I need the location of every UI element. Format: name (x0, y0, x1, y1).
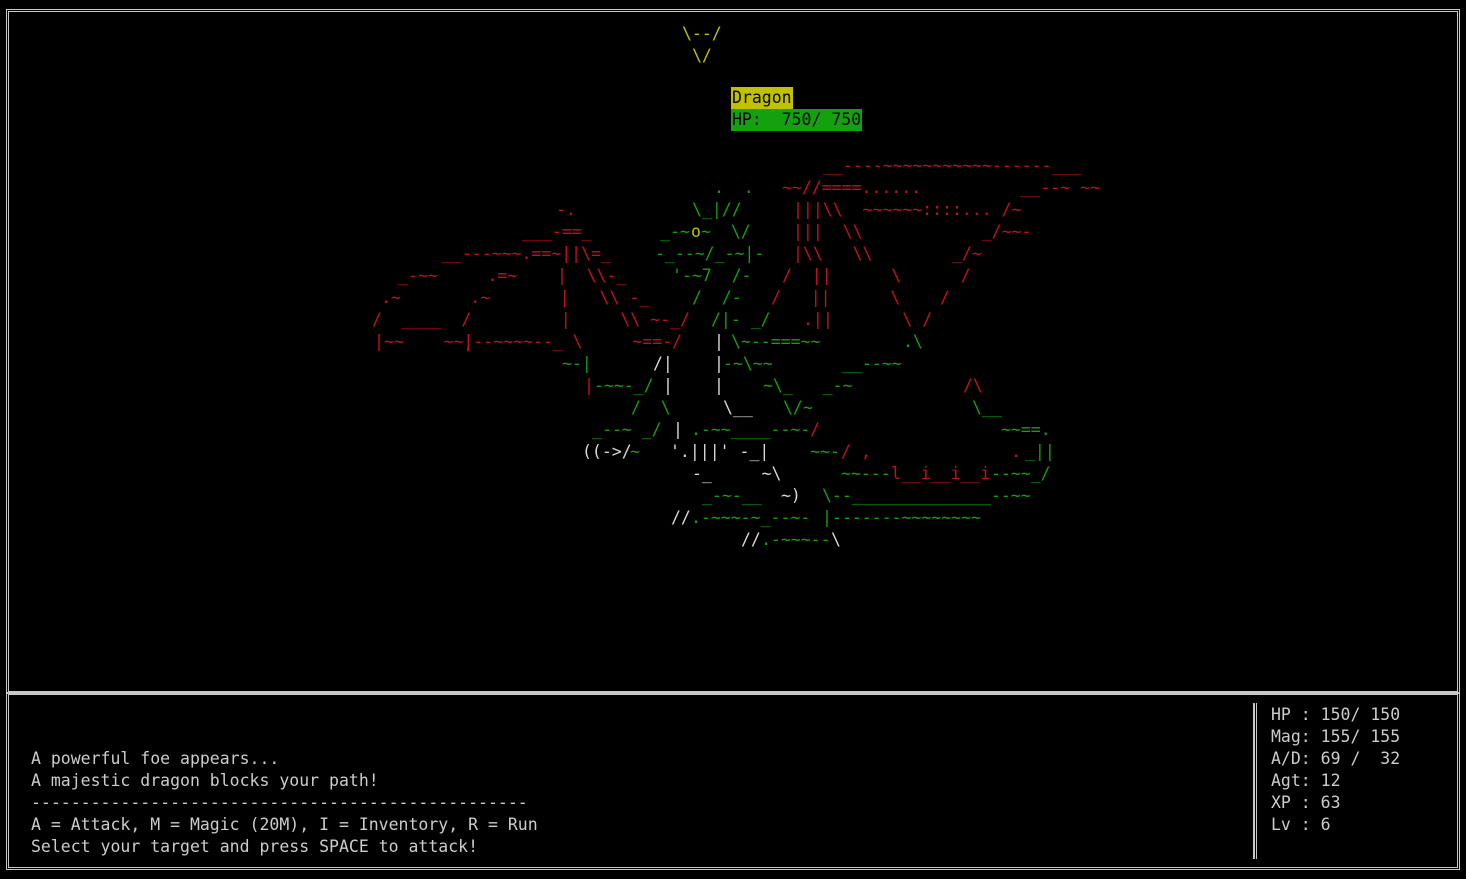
dragon-art-segment: ~-| (562, 354, 592, 373)
dragon-art-segment: .\ (903, 332, 923, 351)
dragon-art-segment: l__i__i__i (891, 464, 991, 483)
dragon-art-segment: .|| \ / (803, 310, 933, 329)
dragon-art-segment: _-~~ .=~ | \\-_ (398, 266, 627, 285)
dragon-art-segment: \_|// (692, 200, 742, 219)
dragon-art-segment: // (741, 530, 761, 549)
player-stats: HP : 150/ 150 Mag: 155/ 155 A/D: 69 / 32… (1271, 704, 1400, 836)
dragon-art-segment: .~ .~ | \\ -_ (381, 288, 650, 307)
dragon-art-segment: / || \ / (782, 266, 971, 285)
dragon-art-segment: -_--~/_-~|- (655, 244, 765, 263)
dragon-art-segment: ~~- (810, 442, 840, 461)
dragon-art-segment: _-~ (660, 222, 690, 241)
dragon-art-segment: __---~~~.==~||\=_ (442, 244, 611, 263)
dragon-art-segment: /\ (963, 376, 983, 395)
dragon-art-segment: ~\_ _-~ (763, 376, 853, 395)
dragon-art-segment: _--~ _/ (592, 420, 662, 439)
log-line: A powerful foe appears... (31, 749, 280, 768)
stat-xp: XP : 63 (1271, 793, 1341, 812)
dragon-art-segment: ~ (630, 442, 640, 461)
dragon-art-segment: \__ (972, 398, 1002, 417)
dragon-art-segment: ' (463, 344, 473, 363)
enemy-name[interactable]: Dragon (731, 87, 793, 109)
dragon-art-segment: \ (831, 530, 841, 549)
dragon-art-segment: ||| \\ _/~~- (793, 222, 1032, 241)
log-separator: ----------------------------------------… (31, 793, 528, 812)
message-log: A powerful foe appears... A majestic dra… (31, 748, 538, 858)
dragon-art-segment: | (714, 332, 724, 351)
dragon-art-segment: | (663, 376, 673, 395)
dragon-art-segment: \/~ (783, 398, 813, 417)
enemy-hp-bar: HP: 750/ 750 (731, 109, 863, 131)
dragon-art-segment: | (584, 376, 594, 395)
dragon-art-segment: / \ (631, 398, 671, 417)
dragon-art-segment: \__ (723, 398, 753, 417)
dragon-art-segment: \~--===~~ (731, 332, 821, 351)
stat-magic: Mag: 155/ 155 (1271, 727, 1401, 746)
dragon-art-segment: . (1011, 442, 1021, 461)
dragon-art-segment: / ____ / | \\ ~-_/ (372, 310, 690, 329)
dragon-art-segment: ~ \/ (701, 222, 751, 241)
dragon-art-segment: __--~~ (842, 354, 902, 373)
dragon-art-segment: ~) (781, 486, 801, 505)
dragon-art-segment: // (671, 508, 691, 527)
dragon-art-segment: ((->/ (582, 442, 632, 461)
dragon-art-segment: | (673, 420, 683, 439)
dragon-art-segment: _|| (1025, 442, 1055, 461)
dragon-art-segment: |~~ ~~|--~~~~--_ \ ~==-/ (374, 332, 682, 351)
dragon-art-segment: -~~-_/ (594, 376, 654, 395)
dragon-art-segment: .-~~____--~- (691, 420, 811, 439)
dragon-art-segment: .-~~~-~_--~- (691, 508, 811, 527)
stats-divider (1253, 703, 1257, 859)
dragon-art-segment: /|- _/ (711, 310, 771, 329)
dragon-art-segment: -. (556, 200, 576, 219)
dragon-art-segment: __----~~~~~~~~~~~------___ (823, 156, 1082, 175)
dragon-art-segment: .-~~~-- (761, 530, 831, 549)
controls-hint: A = Attack, M = Magic (20M), I = Invento… (31, 815, 538, 834)
dragon-art-segment: |\\ \\ _/~ (793, 244, 982, 263)
target-cursor-tip: \/ (692, 46, 712, 65)
dragon-art-segment: o (691, 222, 701, 241)
dragon-art-segment: / (810, 420, 820, 439)
target-cursor-top: \--/ (682, 24, 722, 43)
stat-hp: HP : 150/ 150 (1271, 705, 1401, 724)
dragon-art-segment: \--______________--~~ (822, 486, 1031, 505)
stat-agility: Agt: 12 (1271, 771, 1341, 790)
dragon-art-segment: | (714, 376, 724, 395)
stat-level: Lv : 6 (1271, 815, 1331, 834)
dragon-art-segment: ~~--- (841, 464, 891, 483)
dragon-art-segment: |-------~~~~~~~~ (822, 508, 981, 527)
dragon-art-segment: / || \ / (771, 288, 950, 307)
log-line: A majestic dragon blocks your path! (31, 771, 379, 790)
dragon-art-segment: /| (653, 354, 673, 373)
dragon-art-segment: . . (714, 178, 754, 197)
dragon-art-segment: / /- (692, 288, 742, 307)
dragon-art-segment: / , (841, 442, 871, 461)
dragon-art-segment: -~\~~ (723, 354, 773, 373)
dragon-art-segment: ___-==_ (522, 222, 592, 241)
prompt-line: Select your target and press SPACE to at… (31, 837, 479, 856)
dragon-art-segment: ~~//====...... __--~ ~~ (782, 178, 1100, 197)
stat-attack-defense: A/D: 69 / 32 (1271, 749, 1401, 768)
dragon-art-segment: _-~-__ (702, 486, 762, 505)
dragon-art-segment: '.|||' -_| (670, 442, 770, 461)
dragon-art-segment: ~~==. (1001, 420, 1051, 439)
dragon-art-segment: --~~_/ (991, 464, 1051, 483)
dragon-art-segment: '-~7 /- (672, 266, 752, 285)
dragon-art-segment: |||\\ ~~~~~~::::... /~ (793, 200, 1022, 219)
dragon-art-segment: -_ ~\ (692, 464, 782, 483)
